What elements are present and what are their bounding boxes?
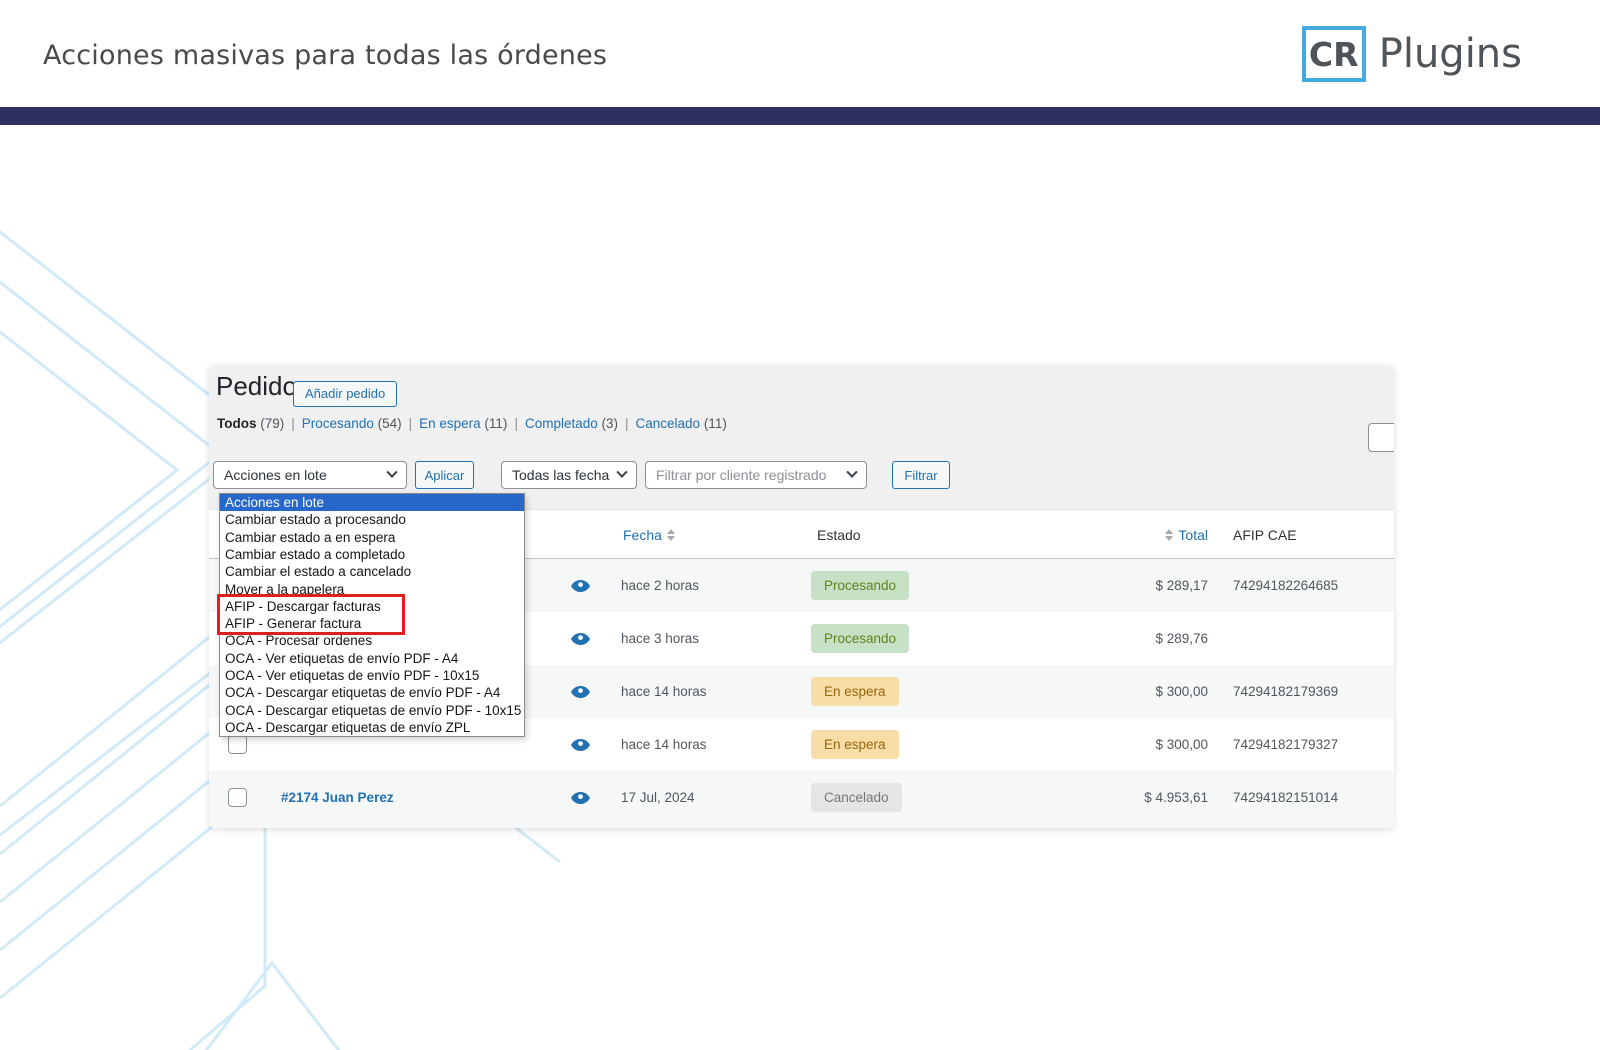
- chevron-down-icon: [386, 467, 397, 478]
- order-date: hace 2 horas: [621, 559, 699, 612]
- order-date: hace 14 horas: [621, 718, 707, 771]
- filter-separator: |: [625, 416, 629, 431]
- order-date: 17 Jul, 2024: [621, 771, 695, 824]
- order-link[interactable]: #2174 Juan Perez: [281, 771, 394, 824]
- bulk-actions-listbox: Acciones en loteCambiar estado a procesa…: [219, 493, 525, 737]
- row-checkbox[interactable]: [228, 788, 247, 807]
- dropdown-option[interactable]: OCA - Ver etiquetas de envío PDF - A4: [220, 650, 524, 667]
- dropdown-option[interactable]: Cambiar estado a completado: [220, 546, 524, 563]
- status-filter-en-espera[interactable]: En espera (11): [419, 416, 507, 431]
- dates-value: Todas las fechas: [512, 467, 610, 483]
- status-filter-todos[interactable]: Todos (79): [217, 416, 284, 431]
- view-order-eye-icon[interactable]: [571, 771, 590, 824]
- status-badge: Procesando: [811, 624, 909, 653]
- order-date: hace 14 horas: [621, 665, 707, 718]
- order-total: $ 4.953,61: [989, 771, 1208, 824]
- orders-panel: Pedidos Añadir pedido Todos (79)|Procesa…: [209, 365, 1394, 828]
- add-order-button[interactable]: Añadir pedido: [293, 381, 397, 407]
- dropdown-option[interactable]: Acciones en lote: [220, 494, 524, 511]
- navy-divider-bar: [0, 107, 1600, 125]
- column-header-estado: Estado: [817, 510, 861, 559]
- order-total: $ 300,00: [989, 665, 1208, 718]
- customer-filter-placeholder: Filtrar por cliente registrado: [656, 467, 840, 483]
- status-badge: En espera: [811, 677, 899, 706]
- bulk-actions-value: Acciones en lote: [224, 467, 380, 483]
- filter-separator: |: [409, 416, 413, 431]
- order-total: $ 289,17: [989, 559, 1208, 612]
- view-order-eye-icon[interactable]: [571, 612, 590, 665]
- row-checkbox[interactable]: [228, 735, 247, 754]
- dropdown-option[interactable]: Cambiar estado a procesando: [220, 511, 524, 528]
- status-badge: Cancelado: [811, 783, 902, 812]
- status-filter-procesando[interactable]: Procesando (54): [302, 416, 402, 431]
- order-total: $ 289,76: [989, 612, 1208, 665]
- dropdown-option[interactable]: OCA - Procesar ordenes: [220, 632, 524, 649]
- customer-filter-select[interactable]: Filtrar por cliente registrado: [645, 461, 867, 489]
- table-row: #2174 Juan Perez 17 Jul, 2024 Cancelado …: [209, 771, 1394, 824]
- cr-logo-mark: CR: [1302, 26, 1366, 82]
- view-order-eye-icon[interactable]: [571, 718, 590, 771]
- sort-arrows-icon: [667, 529, 675, 541]
- dropdown-option[interactable]: OCA - Ver etiquetas de envío PDF - 10x15: [220, 667, 524, 684]
- cr-logo-name: Plugins: [1379, 31, 1522, 77]
- column-header-total[interactable]: Total: [989, 510, 1208, 559]
- status-filter-completado[interactable]: Completado (3): [525, 416, 618, 431]
- status-filters: Todos (79) | Procesando (54) | En espera (11…: [217, 416, 727, 431]
- column-header-afip-cae: AFIP CAE: [1233, 510, 1297, 559]
- afip-cae-value: 74294182151014: [1233, 771, 1338, 824]
- search-orders-input[interactable]: [1368, 423, 1394, 452]
- dropdown-option[interactable]: AFIP - Descargar facturas: [220, 598, 524, 615]
- bulk-actions-select[interactable]: Acciones en lote: [213, 461, 407, 489]
- afip-cae-value: 74294182179327: [1233, 718, 1338, 771]
- dropdown-option[interactable]: Cambiar el estado a cancelado: [220, 563, 524, 580]
- dropdown-option[interactable]: OCA - Descargar etiquetas de envío ZPL: [220, 719, 524, 736]
- chevron-down-icon: [616, 467, 627, 478]
- dates-select[interactable]: Todas las fechas: [501, 461, 637, 489]
- status-badge: Procesando: [811, 571, 909, 600]
- sort-arrows-icon: [1165, 529, 1173, 541]
- dropdown-option[interactable]: OCA - Descargar etiquetas de envío PDF -…: [220, 684, 524, 701]
- view-order-eye-icon[interactable]: [571, 559, 590, 612]
- dropdown-option[interactable]: Mover a la papelera: [220, 580, 524, 597]
- order-total: $ 300,00: [989, 718, 1208, 771]
- status-badge: En espera: [811, 730, 899, 759]
- dropdown-option[interactable]: Cambiar estado a en espera: [220, 529, 524, 546]
- view-order-eye-icon[interactable]: [571, 665, 590, 718]
- column-header-fecha[interactable]: Fecha: [623, 510, 680, 559]
- filter-separator: |: [514, 416, 518, 431]
- dropdown-option[interactable]: OCA - Descargar etiquetas de envío PDF -…: [220, 701, 524, 718]
- afip-cae-value: 74294182179369: [1233, 665, 1338, 718]
- filter-button[interactable]: Filtrar: [892, 461, 950, 489]
- filter-separator: |: [291, 416, 295, 431]
- dropdown-option[interactable]: AFIP - Generar factura: [220, 615, 524, 632]
- top-header: Acciones masivas para todas las órdenes …: [0, 0, 1600, 107]
- chevron-down-icon: [846, 467, 857, 478]
- status-filter-cancelado[interactable]: Cancelado (11): [636, 416, 727, 431]
- afip-cae-value: 74294182264685: [1233, 559, 1338, 612]
- apply-button[interactable]: Aplicar: [415, 461, 474, 489]
- cr-plugins-logo: CR Plugins: [1302, 26, 1522, 82]
- order-date: hace 3 horas: [621, 612, 699, 665]
- page-title: Acciones masivas para todas las órdenes: [43, 40, 607, 71]
